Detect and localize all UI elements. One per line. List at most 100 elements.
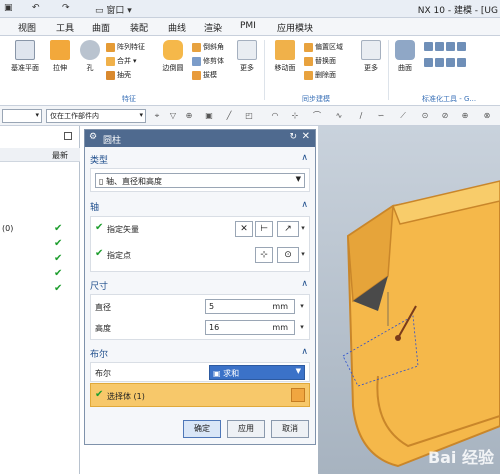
gear-icon[interactable]: ⚙ (89, 132, 97, 142)
chevron-up-icon[interactable]: ∧ (301, 279, 308, 289)
tab-assembly[interactable]: 装配 (130, 21, 148, 34)
draft-button[interactable]: 拔模 (192, 70, 217, 80)
type-filter-combo[interactable]: ▾ (2, 109, 42, 123)
point-icon[interactable]: ⊕ (460, 111, 470, 121)
cylinder-type-icon: ▯ (99, 177, 104, 186)
delete-face-icon (304, 70, 313, 80)
wave-icon[interactable]: ∽ (376, 111, 386, 121)
graphics-window[interactable] (318, 126, 500, 474)
save-icon[interactable]: ▣ (4, 3, 13, 13)
body-select-icon[interactable] (291, 388, 305, 402)
shell-button[interactable]: 抽壳 (106, 70, 131, 80)
section-boolean[interactable]: 布尔 ∧ (90, 347, 310, 363)
pattern-label: 阵列特征 (117, 43, 145, 51)
offset-region-button[interactable]: 偏置区域 (304, 42, 343, 52)
tab-application[interactable]: 应用模块 (277, 21, 313, 34)
trim-body-icon (192, 56, 201, 66)
pattern-icon (106, 42, 115, 52)
more-feature-button[interactable]: 更多 (236, 40, 258, 73)
chevron-down-icon[interactable]: ▾ (298, 221, 308, 236)
tab-render[interactable]: 渲染 (204, 21, 222, 34)
vector-type-button[interactable]: ↗ (277, 221, 299, 237)
point-type-button[interactable]: ⊙ (277, 247, 299, 263)
cancel-button[interactable]: 取消 (271, 420, 309, 438)
height-input[interactable]: 16 mm (205, 320, 295, 335)
window-title: NX 10 - 建模 - [UG (417, 6, 498, 16)
checkmark-icon: ✔ (95, 222, 104, 233)
pattern-feature-button[interactable]: 阵列特征 (106, 42, 145, 52)
more-label: 更多 (240, 64, 254, 72)
edge-icon[interactable]: ╱ (224, 111, 234, 121)
spline-icon[interactable]: ∿ (334, 111, 344, 121)
replace-face-button[interactable]: 替换面 (304, 56, 336, 66)
reset-icon[interactable]: ↻ (289, 132, 297, 142)
chamfer-button[interactable]: 倒斜角 (192, 42, 224, 52)
ok-button[interactable]: 确定 (183, 420, 221, 438)
tab-curve[interactable]: 曲线 (168, 21, 186, 34)
move-face-button[interactable]: 移动面 (270, 40, 300, 73)
chevron-down-icon: ▾ (139, 111, 143, 119)
section-dimensions[interactable]: 尺寸 ∧ (90, 279, 310, 295)
boolean-dropdown[interactable]: ▣ 求和 ▼ (209, 365, 305, 380)
hole-button[interactable]: 孔 (78, 40, 102, 73)
face-icon[interactable]: ◰ (244, 111, 254, 121)
extrude-button[interactable]: 拉伸 (46, 40, 74, 73)
checkmark-icon: ✔ (54, 238, 63, 249)
section-axis-label: 轴 (90, 203, 100, 213)
tab-tools[interactable]: 工具 (56, 21, 74, 34)
undo-icon[interactable]: ↶ (32, 3, 40, 13)
quadrant-icon[interactable]: ⊘ (440, 111, 450, 121)
window-menu[interactable]: ▭ 窗口 ▾ (95, 3, 132, 16)
chevron-down-icon[interactable]: ▾ (297, 320, 307, 335)
type-dropdown[interactable]: ▯ 轴、直径和高度 ▼ (95, 173, 305, 188)
unite-icon: ▣ (213, 369, 221, 378)
apply-button[interactable]: 应用 (227, 420, 265, 438)
chevron-down-icon[interactable]: ▾ (298, 247, 308, 262)
diameter-input[interactable]: 5 mm (205, 299, 295, 314)
trim-body-button[interactable]: 修剪体 (192, 56, 224, 66)
tab-view[interactable]: 视图 (18, 21, 36, 34)
section-type[interactable]: 类型 ∧ (90, 153, 310, 169)
datum-plane-button[interactable]: 基准平面 (8, 40, 42, 73)
close-icon[interactable]: ✕ (302, 131, 310, 142)
group-std-tools: 标准化工具 - G... (422, 95, 477, 103)
section-boolean-label: 布尔 (90, 350, 109, 360)
chevron-up-icon[interactable]: ∧ (301, 153, 308, 163)
edge-blend-button[interactable]: 边倒圆 (158, 40, 188, 73)
maximize-icon[interactable] (64, 132, 72, 140)
redo-icon[interactable]: ↷ (62, 3, 70, 13)
std-tools-row-2[interactable] (424, 58, 466, 67)
more-sync-button[interactable]: 更多 (360, 40, 382, 73)
vertex-icon[interactable]: ⊹ (290, 111, 300, 121)
line-icon[interactable]: ∕ (356, 111, 366, 121)
vector-reverse-button[interactable]: ✕ (235, 221, 253, 237)
arc-icon[interactable]: ⌒ (312, 111, 322, 121)
select-icon[interactable]: ⌖ (152, 111, 162, 121)
surface-button[interactable]: 曲面 (392, 40, 418, 73)
body-icon[interactable]: ▣ (204, 111, 214, 121)
snap-icon[interactable]: ⊕ (184, 111, 194, 121)
vector-dialog-button[interactable]: ⊢ (255, 221, 273, 237)
more-snap-icon[interactable]: ⊗ (482, 111, 492, 121)
filter-icon[interactable]: ▽ (168, 111, 178, 121)
chevron-down-icon[interactable]: ▾ (297, 299, 307, 314)
section-type-label: 类型 (90, 156, 109, 166)
curve-icon[interactable]: ◠ (270, 111, 280, 121)
endpoint-icon[interactable]: ⟋ (398, 111, 408, 121)
surface-label: 曲面 (398, 64, 412, 72)
chevron-up-icon[interactable]: ∧ (301, 200, 308, 210)
chamfer-label: 倒斜角 (203, 43, 224, 51)
section-axis[interactable]: 轴 ∧ (90, 200, 310, 216)
chevron-up-icon[interactable]: ∧ (301, 347, 308, 357)
tab-surface[interactable]: 曲面 (92, 21, 110, 34)
point-dialog-button[interactable]: ⊹ (255, 247, 273, 263)
trim-body-label: 修剪体 (203, 57, 224, 65)
unite-button[interactable]: 合并 ▾ (106, 56, 137, 66)
scope-filter-combo[interactable]: 仅在工作部件内 ▾ (46, 109, 146, 123)
delete-face-button[interactable]: 删除面 (304, 70, 336, 80)
center-icon[interactable]: ⊙ (420, 111, 430, 121)
select-body-row[interactable]: ✔ 选择体 (1) (90, 383, 310, 407)
tab-pmi[interactable]: PMI (240, 21, 256, 31)
move-face-label: 移动面 (274, 64, 296, 72)
std-tools-row-1[interactable] (424, 42, 466, 51)
